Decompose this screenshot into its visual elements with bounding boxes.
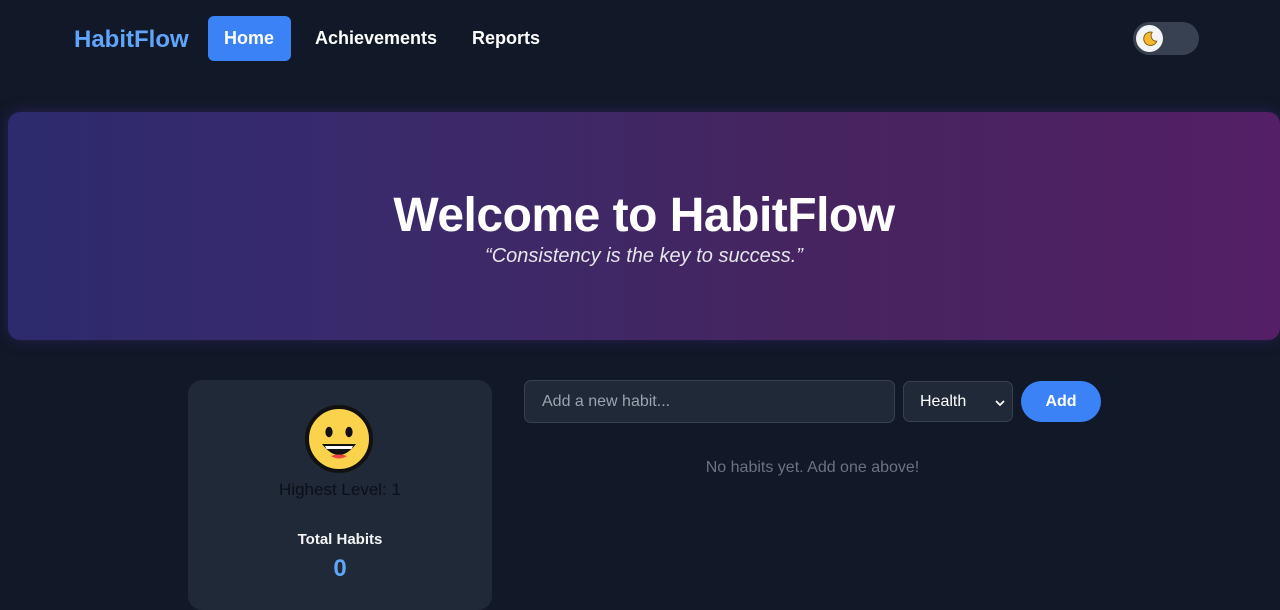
- moon-icon: [1142, 31, 1157, 46]
- navbar: HabitFlow Home Achievements Reports: [0, 0, 1280, 80]
- hero-title: Welcome to HabitFlow: [393, 189, 895, 242]
- nav-home-link[interactable]: Home: [208, 16, 291, 61]
- nav-achievements-link[interactable]: Achievements: [299, 16, 453, 61]
- nav-reports-link[interactable]: Reports: [456, 16, 556, 61]
- smiling-face-icon: [305, 405, 373, 473]
- brand-logo[interactable]: HabitFlow: [74, 24, 189, 56]
- empty-habits-message: No habits yet. Add one above!: [705, 459, 920, 476]
- toggle-knob: [1136, 25, 1163, 52]
- category-select-value: Health: [920, 392, 967, 410]
- total-habits-label: Total Habits: [297, 531, 383, 548]
- new-habit-input[interactable]: [524, 380, 895, 423]
- total-habits-count: 0: [333, 555, 347, 582]
- profile-card: Highest Level: 1 Total Habits 0: [188, 380, 492, 610]
- add-habit-button[interactable]: Add: [1021, 381, 1101, 422]
- chevron-down-icon: [995, 400, 1005, 406]
- category-select[interactable]: Health: [903, 381, 1013, 422]
- highest-level-text: Highest Level: 1: [279, 480, 401, 499]
- hero-banner: Welcome to HabitFlow “Consistency is the…: [8, 112, 1280, 340]
- theme-toggle[interactable]: [1133, 22, 1199, 55]
- hero-quote: “Consistency is the key to success.”: [485, 245, 803, 267]
